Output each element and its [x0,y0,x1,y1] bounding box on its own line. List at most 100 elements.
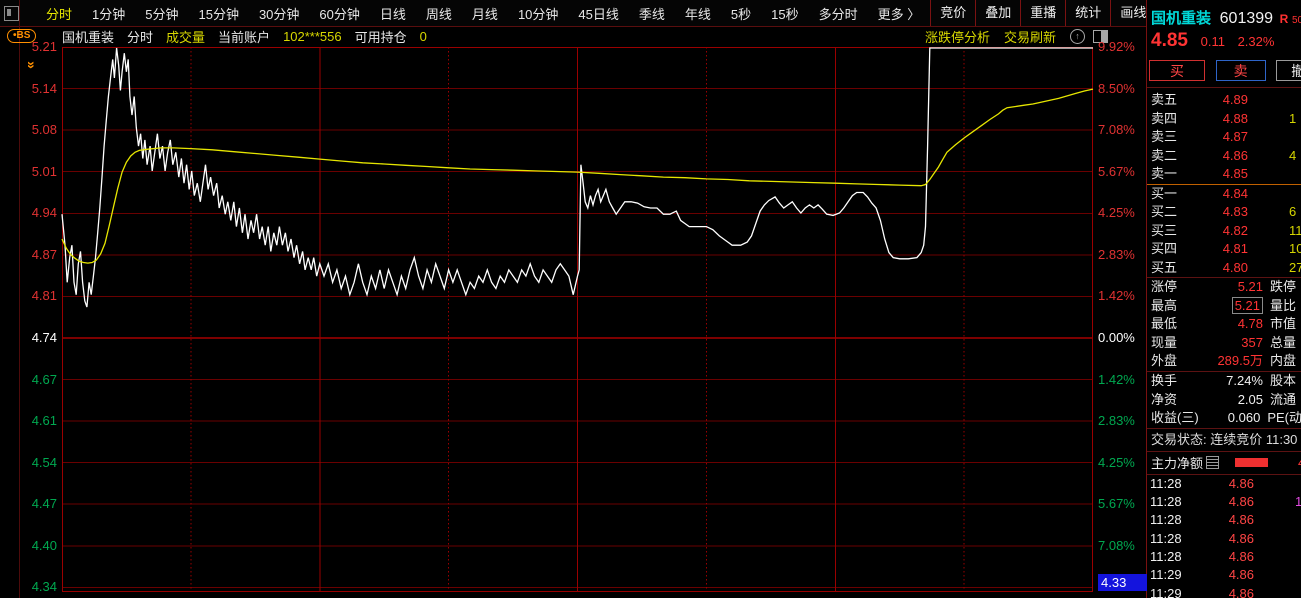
account-label: 当前账户 [218,30,271,45]
period-tab-2[interactable]: 5分钟 [135,4,188,23]
tick-row: 11:28 4.86 [1147,548,1301,566]
ask-row[interactable]: 卖四 4.88 1 [1147,110,1301,129]
period-tab-5[interactable]: 60分钟 [309,4,369,23]
bid-row-label: 买五 [1151,259,1178,275]
bid-row-price: 4.83 [1222,204,1248,219]
toolbar-button-2[interactable]: 重播 [1020,0,1065,26]
tick-price: 4.86 [1228,585,1254,598]
tick-time: 11:29 [1150,567,1182,583]
buy-button[interactable]: 买 [1149,60,1205,81]
tick-time: 11:28 [1150,548,1182,564]
tick-price: 4.86 [1228,475,1254,491]
period-tab-7[interactable]: 周线 [416,4,462,23]
tick-price: 4.86 [1228,548,1254,564]
period-tab-15[interactable]: 多分时 [809,4,868,23]
period-tab-13[interactable]: 5秒 [721,4,761,23]
bid-row[interactable]: 买四 4.81 10 [1147,240,1301,259]
period-tab-9[interactable]: 10分钟 [508,4,568,23]
right-axis-label: 5.67% [1098,163,1135,179]
left-axis-label: 4.54 [31,454,57,470]
period-tab-16[interactable]: 更多 〉 [868,4,931,23]
toolbar-button-0[interactable]: 竞价 [930,0,975,26]
right-axis-label: 8.50% [1098,80,1135,96]
period-tab-6[interactable]: 日线 [370,4,416,23]
ask-row[interactable]: 卖一 4.85 [1147,165,1301,184]
ask-row[interactable]: 卖二 4.86 4 [1147,147,1301,166]
stat-row: 最低 4.78 市值 [1147,315,1301,334]
ask-row-label: 卖三 [1151,129,1178,144]
main-force-label: 主力净额 [1151,456,1204,472]
period-tab-12[interactable]: 年线 [675,4,721,23]
cancel-order-button[interactable]: 撤 [1276,60,1301,81]
right-axis-label: 0.00% [1098,329,1135,345]
bid-row-volume: 10 [1289,241,1301,256]
stats-block-1: 涨停 5.21 跌停 最高 5.21 量比 最低 4.78 市值 现量 357 总量 外盘 289.5万内… [1147,278,1301,371]
period-tab-3[interactable]: 15分钟 [188,4,248,23]
chart-header-right: 涨跌停分析 交易刷新 ↑ [911,27,1108,46]
detail-list-icon[interactable] [1206,456,1220,470]
period-tab-1[interactable]: 1分钟 [82,4,135,23]
tick-price: 4.86 [1228,567,1254,583]
stat-label-2: 跌停 [1270,279,1297,294]
period-tab-14[interactable]: 15秒 [761,4,808,23]
period-tab-4[interactable]: 30分钟 [249,4,309,23]
tick-row: 11:28 4.86 [1147,530,1301,548]
upload-circle-icon[interactable]: ↑ [1070,29,1085,44]
stat-label: 外盘 [1151,353,1178,369]
bid-row[interactable]: 买二 4.83 6 [1147,203,1301,222]
tick-row: 11:29 4.86 [1147,585,1301,598]
trade-buttons: 买 卖 撤 [1147,57,1301,87]
bid-row-label: 买二 [1151,204,1178,219]
chart-period-label[interactable]: 分时 [127,27,153,46]
stat-value: 289.5万 [1217,353,1263,369]
last-price: 4.85 [1151,30,1188,51]
right-axis-label: 2.83% [1098,246,1135,262]
intraday-chart[interactable] [61,47,1094,592]
bid-row[interactable]: 买三 4.82 11 [1147,222,1301,241]
price-axis-left: 5.21 5.14 5.08 5.01 4.94 4.87 4.81 4.74 4.67 4.61… [20,0,57,598]
right-axis-label: 4.25% [1098,205,1135,221]
ask-row[interactable]: 卖三 4.87 [1147,128,1301,147]
period-tab-8[interactable]: 月线 [462,4,508,23]
bid-row[interactable]: 买五 4.80 27 [1147,259,1301,278]
stat-value: 7.24% [1226,372,1263,388]
ask-row[interactable]: 卖五 4.89 [1147,91,1301,110]
percent-axis-right: 9.92% 8.50% 7.08% 5.67% 4.25% 2.83% 1.42% 0.00%… [1097,0,1145,598]
bid-row-volume: 6 [1289,204,1297,219]
bid-row-volume: 11 [1289,222,1301,238]
bid-row-label: 买三 [1151,222,1178,238]
limit-analysis-link[interactable]: 涨跌停分析 [925,27,990,46]
bid-row-price: 4.84 [1222,185,1248,201]
stat-value: 0.060 [1227,410,1261,426]
toolbar-button-1[interactable]: 叠加 [975,0,1020,26]
trade-refresh-link[interactable]: 交易刷新 [1004,27,1056,46]
stat-row: 收益(三) 0.060 PE(动 [1147,409,1301,428]
left-axis-label: 5.14 [31,80,57,96]
period-tab-11[interactable]: 季线 [629,4,675,23]
stat-label: 涨停 [1151,279,1178,294]
stat-row: 涨停 5.21 跌停 [1147,278,1301,297]
quote-panel: 国机重装 601399 R 500 4.85 0.11 2.32% 买 卖 撤 … [1146,0,1301,598]
stat-label: 最高 [1151,297,1178,313]
ask-row-price: 4.86 [1222,147,1248,163]
stat-row: 净资 2.05 流通 [1147,391,1301,410]
tick-time: 11:29 [1150,585,1182,598]
window-icon[interactable] [4,5,19,21]
volume-indicator-label[interactable]: 成交量 [166,27,205,46]
stat-value: 5.21 [1201,296,1263,316]
right-axis-label: 4.25% [1098,454,1135,470]
stat-value: 4.78 [1237,316,1263,332]
tick-price: 4.86 [1228,512,1254,528]
stats-block-2: 换手 7.24% 股本 净资 2.05 流通 收益(三) 0.060 PE(动 [1147,372,1301,428]
bid-row-price: 4.80 [1222,259,1248,275]
bid-row-label: 买一 [1151,185,1178,201]
period-tab-10[interactable]: 45日线 [568,4,628,23]
price-change: 0.11 [1200,34,1225,49]
bid-row[interactable]: 买一 4.84 [1147,185,1301,204]
trading-terminal: 分时 1分钟 5分钟 15分钟 30分钟 60分钟 日线 周线 月线 10分钟 45日线 季线 年线 5秒… [0,0,1301,598]
sell-button[interactable]: 卖 [1215,60,1266,81]
stat-row: 外盘 289.5万 内盘 [1147,352,1301,371]
period-tabs: 分时 1分钟 5分钟 15分钟 30分钟 60分钟 日线 周线 月线 10分钟 45日线 季线 年线 5秒… [36,4,930,23]
position-value: 0 [419,29,427,44]
limit-down-badge: 4.33 [1098,574,1147,591]
